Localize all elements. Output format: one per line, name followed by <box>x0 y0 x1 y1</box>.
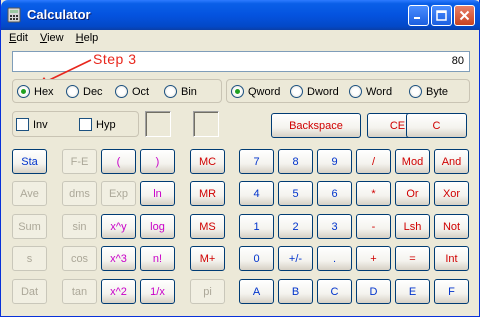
key-2[interactable]: 2 <box>278 214 313 239</box>
radio-hex-indicator <box>17 85 30 98</box>
backspace-button[interactable]: Backspace <box>271 113 361 138</box>
key-7[interactable]: 7 <box>239 149 274 174</box>
divide-button[interactable]: / <box>356 149 391 174</box>
radio-qword[interactable]: Qword <box>231 85 280 98</box>
calculator-app-icon <box>7 7 21 23</box>
reciprocal-button[interactable]: 1/x <box>140 279 175 304</box>
radio-byte[interactable]: Byte <box>409 85 448 98</box>
decimal-button[interactable]: . <box>317 246 352 271</box>
x-squared-button[interactable]: x^2 <box>101 279 136 304</box>
factorial-button[interactable]: n! <box>140 246 175 271</box>
sin-button[interactable]: sin <box>62 214 97 239</box>
ms-button[interactable]: MS <box>190 214 225 239</box>
key-c[interactable]: C <box>317 279 352 304</box>
add-button[interactable]: + <box>356 246 391 271</box>
lsh-button[interactable]: Lsh <box>395 214 430 239</box>
key-6[interactable]: 6 <box>317 181 352 206</box>
c-button[interactable]: C <box>406 113 467 138</box>
radio-oct[interactable]: Oct <box>115 85 149 98</box>
menu-view[interactable]: View <box>33 30 69 48</box>
key-5[interactable]: 5 <box>278 181 313 206</box>
checkbox-hyp[interactable]: Hyp <box>79 118 116 131</box>
menu-edit[interactable]: Edit <box>2 30 33 48</box>
radio-dec-indicator <box>66 85 79 98</box>
m-plus-button[interactable]: M+ <box>190 246 225 271</box>
radio-word-indicator <box>349 85 362 98</box>
negate-button[interactable]: +/- <box>278 246 313 271</box>
multiply-button[interactable]: * <box>356 181 391 206</box>
window-title: Calculator <box>27 7 91 22</box>
maximize-icon <box>436 10 447 21</box>
menu-bar: Edit View Help <box>2 30 480 48</box>
checkbox-inv-box <box>16 118 29 131</box>
key-4[interactable]: 4 <box>239 181 274 206</box>
radio-bin[interactable]: Bin <box>164 85 197 98</box>
mr-button[interactable]: MR <box>190 181 225 206</box>
checkbox-inv[interactable]: Inv <box>16 118 48 131</box>
pi-button[interactable]: pi <box>190 279 225 304</box>
equals-button[interactable]: = <box>395 246 430 271</box>
sta-button[interactable]: Sta <box>12 149 47 174</box>
tan-button[interactable]: tan <box>62 279 97 304</box>
key-f[interactable]: F <box>434 279 469 304</box>
menu-help[interactable]: Help <box>69 30 104 48</box>
log-button[interactable]: log <box>140 214 175 239</box>
not-button[interactable]: Not <box>434 214 469 239</box>
cos-button[interactable]: cos <box>62 246 97 271</box>
number-base-group: Hex Dec Oct Bin <box>12 79 222 103</box>
key-1[interactable]: 1 <box>239 214 274 239</box>
key-3[interactable]: 3 <box>317 214 352 239</box>
key-8[interactable]: 8 <box>278 149 313 174</box>
inv-hyp-group: Inv Hyp <box>12 111 139 137</box>
key-b[interactable]: B <box>278 279 313 304</box>
or-button[interactable]: Or <box>395 181 430 206</box>
radio-oct-indicator <box>115 85 128 98</box>
key-0[interactable]: 0 <box>239 246 274 271</box>
radio-dec[interactable]: Dec <box>66 85 103 98</box>
close-paren-button[interactable]: ) <box>140 149 175 174</box>
radio-hex[interactable]: Hex <box>17 85 54 98</box>
ave-button[interactable]: Ave <box>12 181 47 206</box>
parenthesis-indicator <box>145 111 171 137</box>
radio-word[interactable]: Word <box>349 85 392 98</box>
mc-button[interactable]: MC <box>190 149 225 174</box>
calculator-window: Calculator Edit View Help 8 0 Step 3 Hex … <box>0 0 480 317</box>
s-button[interactable]: s <box>12 246 47 271</box>
radio-bin-indicator <box>164 85 177 98</box>
step-annotation-label: Step 3 <box>93 51 137 67</box>
radio-qword-indicator <box>231 85 244 98</box>
mod-button[interactable]: Mod <box>395 149 430 174</box>
dms-button[interactable]: dms <box>62 181 97 206</box>
minimize-icon <box>414 17 420 19</box>
and-button[interactable]: And <box>434 149 469 174</box>
dat-button[interactable]: Dat <box>12 279 47 304</box>
fe-button[interactable]: F-E <box>62 149 97 174</box>
ln-button[interactable]: ln <box>140 181 175 206</box>
int-button[interactable]: Int <box>434 246 469 271</box>
close-button[interactable] <box>454 5 475 26</box>
checkbox-hyp-box <box>79 118 92 131</box>
key-a[interactable]: A <box>239 279 274 304</box>
x-cubed-button[interactable]: x^3 <box>101 246 136 271</box>
radio-byte-indicator <box>409 85 422 98</box>
maximize-button[interactable] <box>431 5 452 26</box>
key-d[interactable]: D <box>356 279 391 304</box>
exp-button[interactable]: Exp <box>101 181 136 206</box>
x-pow-y-button[interactable]: x^y <box>101 214 136 239</box>
xor-button[interactable]: Xor <box>434 181 469 206</box>
word-size-group: Qword Dword Word Byte <box>226 79 470 103</box>
key-9[interactable]: 9 <box>317 149 352 174</box>
memory-indicator <box>193 111 219 137</box>
radio-dword-indicator <box>290 85 303 98</box>
close-icon <box>459 10 470 21</box>
open-paren-button[interactable]: ( <box>101 149 136 174</box>
subtract-button[interactable]: - <box>356 214 391 239</box>
radio-dword[interactable]: Dword <box>290 85 339 98</box>
minimize-button[interactable] <box>408 5 429 26</box>
sum-button[interactable]: Sum <box>12 214 47 239</box>
title-bar[interactable]: Calculator <box>1 0 480 30</box>
key-e[interactable]: E <box>395 279 430 304</box>
